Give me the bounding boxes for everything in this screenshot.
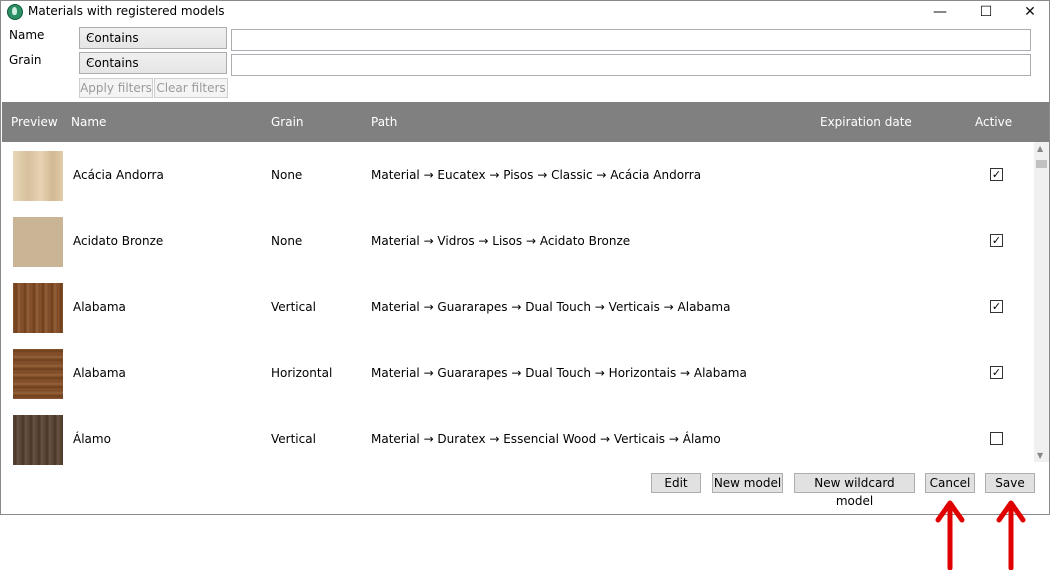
new-model-button[interactable]: New model — [712, 473, 783, 493]
column-header-name[interactable]: Name — [71, 115, 106, 129]
chevron-down-icon: ⌄ — [86, 56, 94, 66]
grain-filter-label: Grain — [9, 53, 42, 67]
materials-window: Materials with registered models — ☐ ✕ N… — [0, 0, 1050, 515]
column-header-expiration-date[interactable]: Expiration date — [820, 115, 912, 129]
vertical-scrollbar[interactable]: ▲ ▼ — [1034, 142, 1049, 462]
maximize-button[interactable]: ☐ — [963, 1, 1009, 23]
material-grain: Horizontal — [271, 366, 333, 380]
material-path: Material → Duratex → Essencial Wood → Ve… — [371, 432, 721, 446]
save-button[interactable]: Save — [985, 473, 1035, 493]
app-icon — [7, 4, 23, 20]
clear-filters-button[interactable]: Clear filters — [154, 78, 228, 98]
material-grain: Vertical — [271, 432, 316, 446]
active-checkbox[interactable] — [990, 432, 1003, 445]
column-header-active[interactable]: Active — [975, 115, 1012, 129]
material-preview — [13, 151, 63, 201]
material-path: Material → Eucatex → Pisos → Classic → A… — [371, 168, 702, 182]
material-preview — [13, 217, 63, 267]
material-preview — [13, 283, 63, 333]
close-button[interactable]: ✕ — [1007, 1, 1050, 23]
scrollbar-thumb[interactable] — [1036, 160, 1047, 168]
material-preview — [13, 349, 63, 399]
material-name: Alabama — [73, 366, 126, 380]
window-title: Materials with registered models — [28, 4, 225, 18]
material-name: Alabama — [73, 300, 126, 314]
active-checkbox[interactable]: ✓ — [990, 300, 1003, 313]
chevron-down-icon: ⌄ — [86, 31, 94, 41]
name-filter-input[interactable] — [231, 29, 1031, 51]
material-path: Material → Guararapes → Dual Touch → Ver… — [371, 300, 731, 314]
annotation-arrow-save — [996, 500, 1026, 570]
name-filter-label: Name — [9, 28, 45, 42]
title-bar: Materials with registered models — ☐ ✕ — [1, 1, 1049, 23]
active-checkbox[interactable]: ✓ — [990, 234, 1003, 247]
edit-button[interactable]: Edit — [651, 473, 701, 493]
material-grain: None — [271, 234, 303, 248]
grain-filter-mode-select[interactable]: Contains ⌄ — [79, 52, 227, 74]
apply-filters-button[interactable]: Apply filters — [79, 78, 153, 98]
material-path: Material → Vidros → Lisos → Acidato Bron… — [371, 234, 631, 248]
material-grain: None — [271, 168, 303, 182]
column-header-path[interactable]: Path — [371, 115, 397, 129]
name-filter-mode-select[interactable]: Contains ⌄ — [79, 27, 227, 49]
new-wildcard-model-button[interactable]: New wildcard model — [794, 473, 915, 508]
material-name: Álamo — [73, 432, 111, 446]
table-row[interactable]: Acácia Andorra None Material → Eucatex →… — [2, 142, 1032, 208]
material-name: Acácia Andorra — [73, 168, 164, 182]
table-row[interactable]: Acidato Bronze None Material → Vidros → … — [2, 208, 1032, 274]
material-path: Material → Guararapes → Dual Touch → Hor… — [371, 366, 747, 380]
column-header-preview[interactable]: Preview — [11, 115, 58, 129]
material-preview — [13, 415, 63, 465]
active-checkbox[interactable]: ✓ — [990, 366, 1003, 379]
material-name: Acidato Bronze — [73, 234, 164, 248]
scroll-down-icon[interactable]: ▼ — [1037, 451, 1043, 460]
material-grain: Vertical — [271, 300, 316, 314]
table-row[interactable]: Alabama Horizontal Material → Guararapes… — [2, 340, 1032, 406]
table-row[interactable]: Alabama Vertical Material → Guararapes →… — [2, 274, 1032, 340]
active-checkbox[interactable]: ✓ — [990, 168, 1003, 181]
grain-filter-input[interactable] — [231, 54, 1031, 76]
table-row[interactable]: Álamo Vertical Material → Duratex → Esse… — [2, 406, 1032, 472]
cancel-button[interactable]: Cancel — [925, 473, 975, 493]
minimize-button[interactable]: — — [917, 1, 963, 23]
scroll-up-icon[interactable]: ▲ — [1037, 144, 1043, 153]
table-header: Preview Name Grain Path Expiration date … — [2, 102, 1049, 142]
annotation-arrow-cancel — [935, 500, 965, 570]
column-header-grain[interactable]: Grain — [271, 115, 304, 129]
